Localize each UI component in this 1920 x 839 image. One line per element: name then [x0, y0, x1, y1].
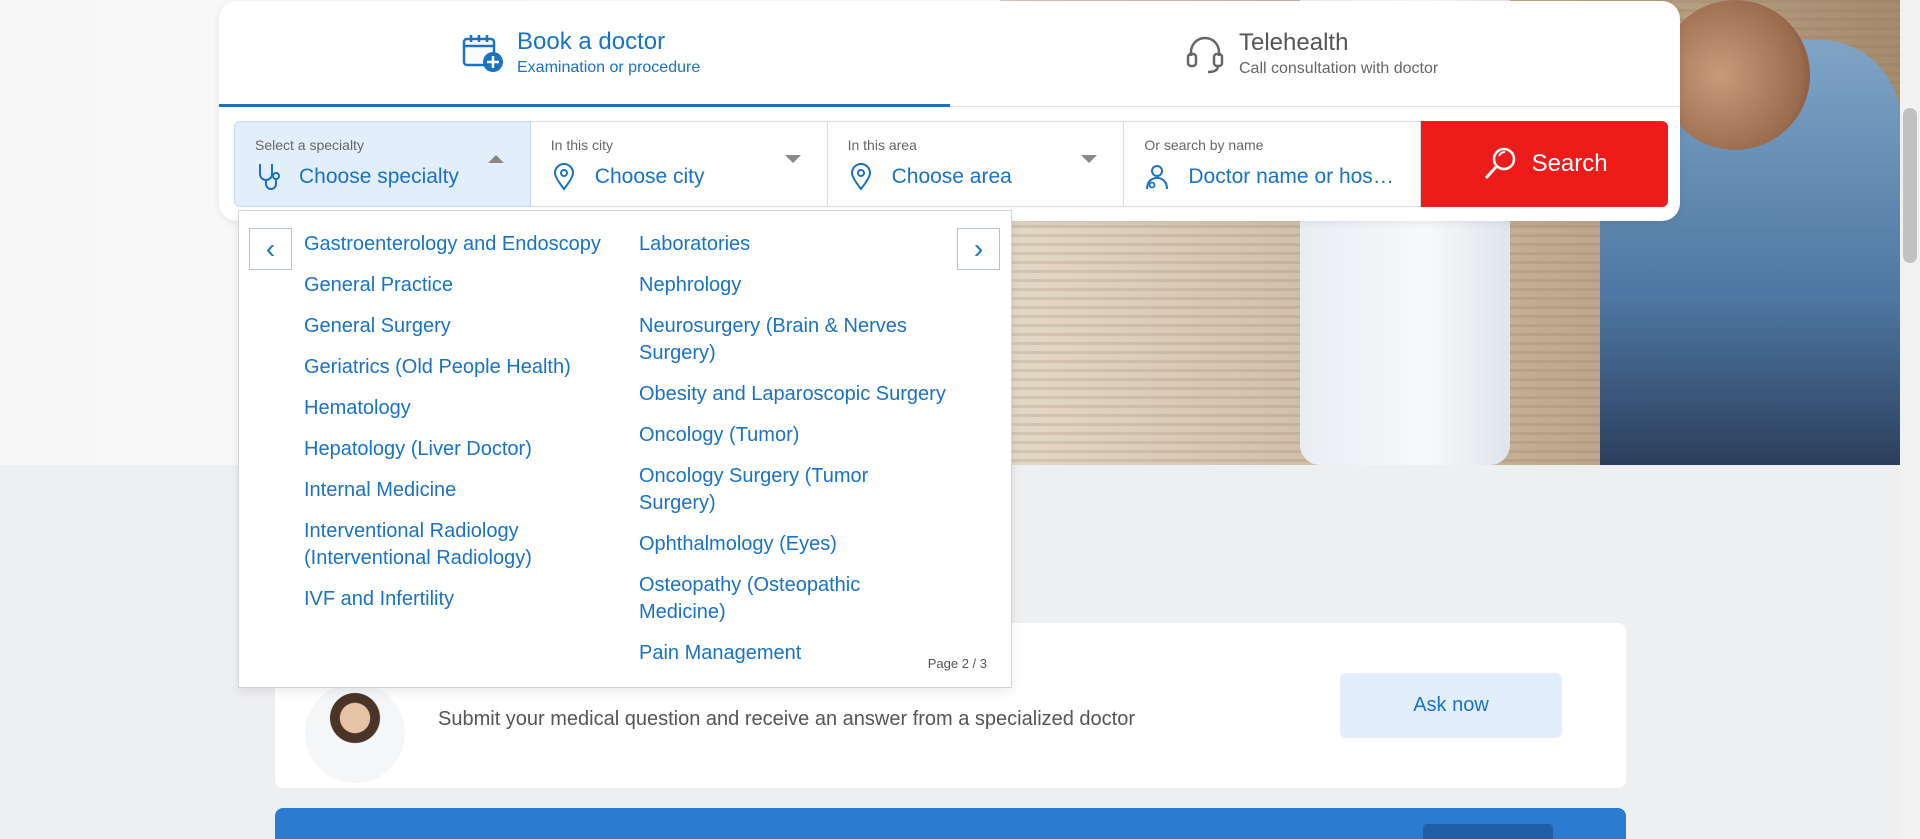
- specialty-option[interactable]: Osteopathy (Osteopathic Medicine): [639, 572, 949, 626]
- specialty-column-left: Gastroenterology and Endoscopy General P…: [304, 231, 624, 627]
- city-label: In this city: [550, 137, 614, 153]
- city-select[interactable]: In this city Choose city: [530, 121, 828, 207]
- booking-panel: Book a doctor Examination or procedure T…: [219, 1, 1680, 221]
- calendar-plus-icon: [461, 31, 505, 75]
- search-fields: Select a specialty Choose specialty In t…: [234, 121, 1668, 207]
- doctor-search-icon: [1144, 162, 1170, 192]
- tab-book-title: Book a doctor: [517, 27, 666, 55]
- area-label: In this area: [847, 137, 917, 153]
- specialty-option[interactable]: Laboratories: [639, 231, 949, 258]
- tab-book-doctor[interactable]: Book a doctor Examination or procedure: [219, 1, 950, 107]
- tab-telehealth-title: Telehealth: [1239, 28, 1349, 56]
- area-select[interactable]: In this area Choose area: [827, 121, 1125, 207]
- specialty-option[interactable]: Hematology: [304, 395, 624, 422]
- city-value: Choose city: [594, 165, 705, 188]
- tab-telehealth[interactable]: Telehealth Call consultation with doctor: [950, 1, 1680, 107]
- search-button[interactable]: Search: [1421, 121, 1668, 207]
- chevron-right-icon: ›: [973, 233, 984, 264]
- page-indicator: Page 2 / 3: [927, 656, 987, 671]
- specialty-option[interactable]: Oncology (Tumor): [639, 422, 949, 449]
- hero-patient-head: [1660, 0, 1810, 150]
- map-pin-icon: [848, 162, 874, 192]
- scrollbar-thumb[interactable]: [1903, 108, 1917, 263]
- chevron-left-icon: ‹: [265, 233, 276, 264]
- ask-now-button[interactable]: Ask now: [1340, 673, 1562, 738]
- specialty-option[interactable]: Oncology Surgery (Tumor Surgery): [639, 463, 949, 517]
- specialty-option[interactable]: Internal Medicine: [304, 477, 624, 504]
- specialty-select[interactable]: Select a specialty Choose specialty: [234, 121, 531, 207]
- chevron-up-icon: [487, 155, 504, 163]
- name-search-field[interactable]: Or search by name Doctor name or hospi…: [1124, 121, 1422, 207]
- specialty-option[interactable]: Geriatrics (Old People Health): [304, 354, 624, 381]
- previous-page-button[interactable]: ‹: [249, 228, 292, 270]
- tab-book-subtitle: Examination or procedure: [517, 58, 701, 76]
- specialty-option[interactable]: Neurosurgery (Brain & Nerves Surgery): [639, 313, 949, 367]
- next-page-button[interactable]: ›: [957, 228, 1000, 270]
- page-scrollbar[interactable]: [1900, 0, 1920, 839]
- specialty-option[interactable]: Pain Management: [639, 640, 949, 667]
- doctor-avatar: [305, 683, 405, 783]
- search-button-label: Search: [1531, 150, 1608, 177]
- specialty-option[interactable]: General Surgery: [304, 313, 624, 340]
- specialty-label: Select a specialty: [255, 137, 364, 153]
- specialty-option[interactable]: Interventional Radiology (Interventional…: [304, 518, 624, 572]
- ask-question-description: Submit your medical question and receive…: [438, 708, 1136, 730]
- specialty-option[interactable]: Ophthalmology (Eyes): [639, 531, 949, 558]
- map-pin-icon: [551, 162, 577, 192]
- chevron-down-icon: [784, 155, 801, 163]
- specialty-option[interactable]: Hepatology (Liver Doctor): [304, 436, 624, 463]
- area-value: Choose area: [891, 165, 1012, 188]
- promo-banner: [275, 808, 1626, 839]
- specialty-option[interactable]: IVF and Infertility: [304, 586, 624, 613]
- chevron-down-icon: [1081, 155, 1098, 163]
- tab-telehealth-subtitle: Call consultation with doctor: [1239, 59, 1439, 77]
- specialty-option[interactable]: Gastroenterology and Endoscopy: [304, 231, 624, 258]
- search-icon: [1484, 147, 1515, 180]
- specialty-column-right: Laboratories Nephrology Neurosurgery (Br…: [639, 231, 949, 681]
- headset-icon: [1183, 32, 1227, 76]
- promo-banner-art: [1423, 824, 1553, 839]
- name-search-input[interactable]: Doctor name or hospi…: [1188, 165, 1398, 189]
- name-search-label: Or search by name: [1144, 137, 1264, 153]
- specialty-option[interactable]: Obesity and Laparoscopic Surgery: [639, 381, 949, 408]
- specialty-value: Choose specialty: [299, 165, 459, 188]
- specialty-dropdown: ‹ › Gastroenterology and Endoscopy Gener…: [238, 210, 1012, 688]
- specialty-option[interactable]: Nephrology: [639, 272, 949, 299]
- specialty-option[interactable]: General Practice: [304, 272, 624, 299]
- stethoscope-icon: [255, 162, 281, 192]
